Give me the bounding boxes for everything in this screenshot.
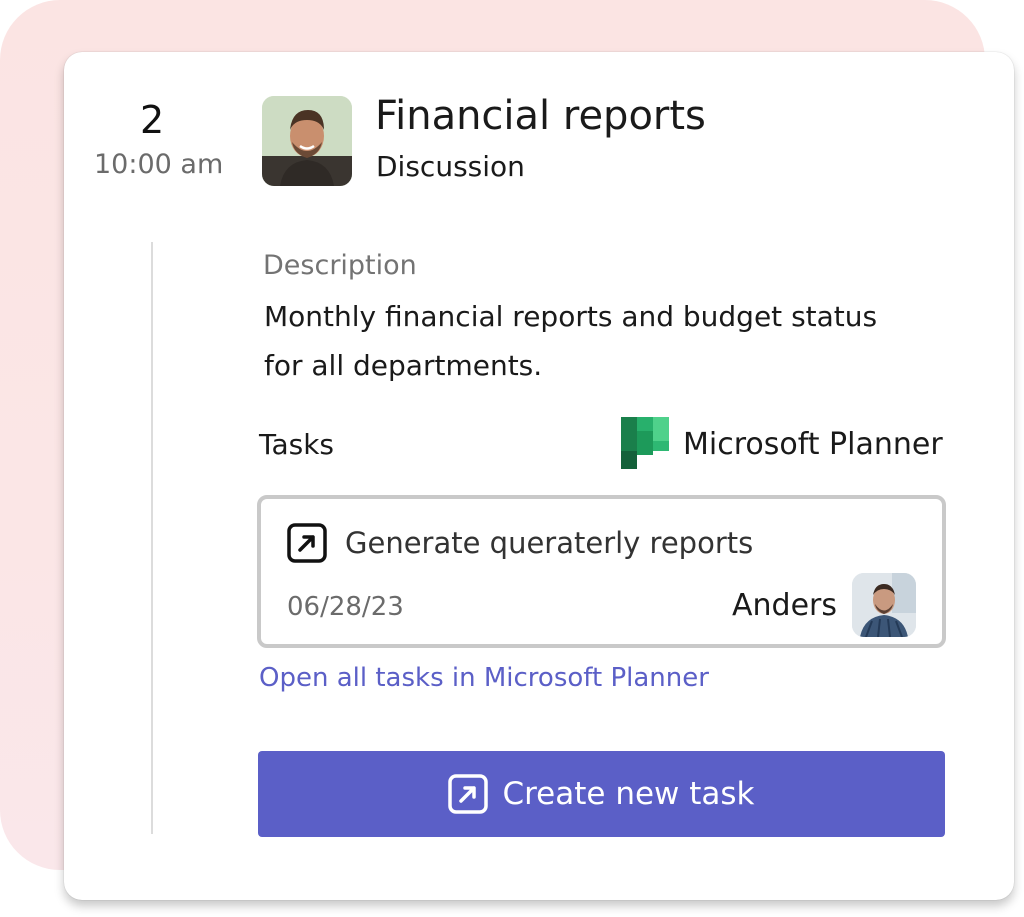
- agenda-item-time: 10:00 am: [94, 149, 224, 180]
- microsoft-planner-icon: [621, 417, 669, 469]
- tasks-label: Tasks: [259, 428, 335, 461]
- presenter-avatar: [262, 96, 352, 186]
- meeting-title: Financial reports: [375, 93, 706, 139]
- open-external-icon: [448, 774, 489, 814]
- open-external-icon[interactable]: [287, 523, 327, 563]
- task-name[interactable]: Generate queraterly reports: [345, 525, 753, 561]
- agenda-item-number: 2: [140, 98, 165, 142]
- create-new-task-button[interactable]: Create new task: [258, 751, 945, 837]
- task-assignee-name: Anders: [732, 588, 837, 623]
- presenter-photo: [262, 96, 352, 186]
- assignee-avatar: [852, 573, 916, 637]
- description-text: Monthly financial reports and budget sta…: [264, 300, 878, 382]
- timeline-divider: [151, 242, 153, 834]
- meeting-subtitle: Discussion: [376, 150, 525, 183]
- planner-app-name: Microsoft Planner: [683, 427, 943, 462]
- open-all-tasks-link[interactable]: Open all tasks in Microsoft Planner: [259, 662, 709, 694]
- description-label: Description: [263, 250, 417, 281]
- task-due-date: 06/28/23: [287, 592, 404, 622]
- assignee-photo: [852, 573, 916, 637]
- create-new-task-label: Create new task: [502, 776, 755, 812]
- task-card[interactable]: [257, 495, 946, 648]
